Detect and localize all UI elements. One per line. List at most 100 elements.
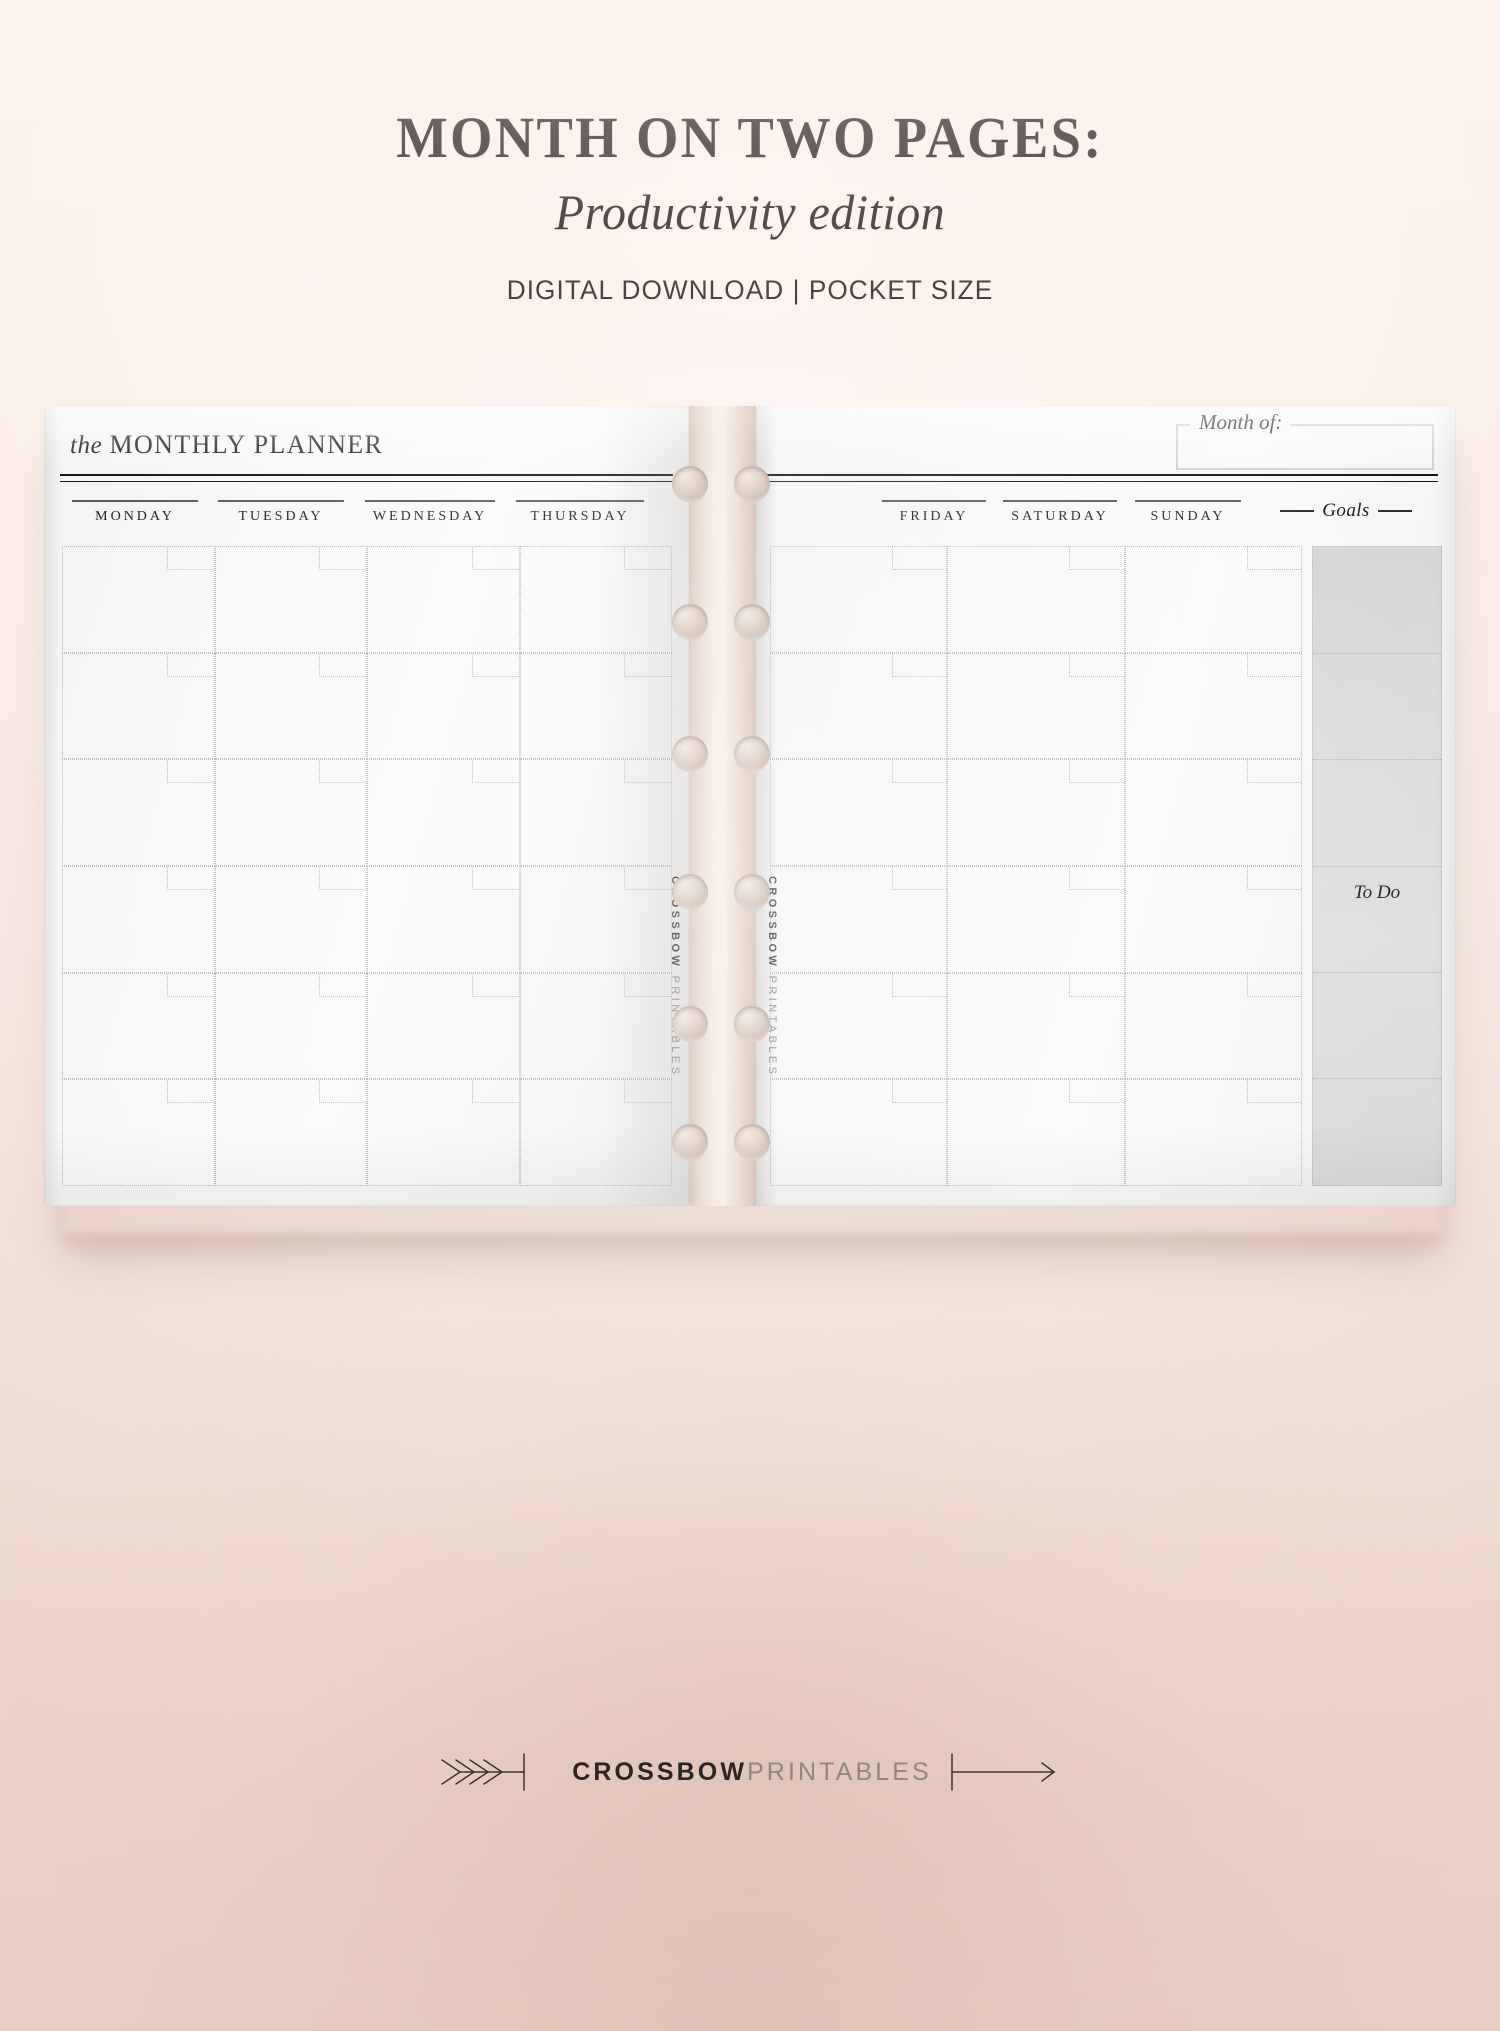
calendar-day-cell[interactable] (947, 546, 1125, 653)
calendar-day-cell[interactable] (947, 1079, 1125, 1186)
calendar-day-cell[interactable] (770, 546, 948, 653)
ring-hole (734, 874, 770, 910)
day-label: THURSDAY (530, 508, 630, 524)
goals-label: Goals (1322, 500, 1370, 521)
calendar-day-cell[interactable] (214, 652, 367, 760)
binder-gutter (689, 406, 756, 1206)
ring-hole (734, 1006, 770, 1042)
day-label: WEDNESDAY (372, 508, 488, 524)
calendar-day-cell[interactable] (62, 546, 215, 653)
calendar-day-cell[interactable] (947, 866, 1125, 973)
sidecol-divider (1313, 759, 1441, 761)
footer-brand: CROSSBOWPRINTABLES (0, 1752, 1500, 1792)
calendar-day-cell[interactable] (367, 546, 520, 653)
right-page-header: Month of: (756, 406, 1456, 482)
day-underline (516, 500, 644, 502)
crossbow-arrow-icon (441, 1753, 525, 1791)
ring-hole (672, 604, 708, 640)
goals-dash-left (1280, 510, 1315, 512)
calendar-day-cell[interactable] (367, 759, 520, 866)
day-underline (364, 500, 496, 502)
calendar-day-cell[interactable] (367, 652, 520, 760)
day-underline (218, 500, 344, 502)
day-label: TUESDAY (238, 508, 324, 524)
calendar-day-cell[interactable] (214, 546, 367, 653)
calendar-day-cell[interactable] (770, 866, 948, 973)
calendar-day-cell[interactable] (519, 759, 672, 866)
footer-brand-bold: CROSSBOW (572, 1757, 748, 1786)
sidecol-divider (1313, 1078, 1441, 1080)
goals-dash-right (1377, 510, 1412, 512)
calendar-day-cell[interactable] (1124, 866, 1302, 973)
month-of-label: Month of: (1190, 410, 1292, 435)
calendar-day-cell[interactable] (367, 866, 520, 973)
day-label: MONDAY (95, 508, 175, 524)
left-page-header: the MONTHLY PLANNER (44, 406, 689, 482)
calendar-day-cell[interactable] (62, 866, 215, 973)
calendar-day-cell[interactable] (947, 759, 1125, 866)
day-underline (1003, 500, 1117, 502)
page-subtitle: Productivity edition (554, 183, 946, 240)
right-planner-page: Month of: FRIDAY SATURDAY SUNDAY Goals T… (756, 406, 1456, 1206)
planner-heading-title: MONTHLY PLANNER (109, 430, 384, 459)
ring-hole (672, 466, 708, 502)
calendar-day-cell[interactable] (367, 1079, 520, 1186)
calendar-day-cell[interactable] (62, 972, 215, 1080)
left-calendar-grid[interactable] (62, 546, 672, 1186)
calendar-day-cell[interactable] (519, 972, 672, 1080)
calendar-day-cell[interactable] (1124, 972, 1302, 1080)
calendar-day-cell[interactable] (519, 866, 672, 973)
month-of-field[interactable]: Month of: (1176, 410, 1434, 470)
calendar-day-cell[interactable] (947, 972, 1125, 1080)
arrow-right-icon (951, 1753, 1056, 1791)
calendar-day-cell[interactable] (214, 866, 367, 973)
calendar-day-cell[interactable] (947, 652, 1125, 760)
ring-hole (672, 874, 708, 910)
day-underline (1134, 500, 1242, 502)
calendar-day-cell[interactable] (519, 546, 672, 653)
ring-hole (734, 1124, 770, 1160)
day-header-friday: FRIDAY (874, 500, 994, 525)
calendar-day-cell[interactable] (1124, 546, 1302, 653)
sidecol-divider (1313, 971, 1441, 973)
planner-heading-the: the (70, 432, 103, 459)
calendar-day-cell[interactable] (214, 759, 367, 866)
calendar-day-cell[interactable] (770, 972, 948, 1080)
calendar-day-cell[interactable] (519, 652, 672, 760)
calendar-day-cell[interactable] (214, 972, 367, 1080)
page-meta-line: DIGITAL DOWNLOAD | POCKET SIZE (506, 274, 994, 305)
calendar-day-cell[interactable] (1124, 652, 1302, 760)
planner-spread: the MONTHLY PLANNER MONDAY TUESDAY WEDNE… (44, 406, 1456, 1234)
calendar-day-cell[interactable] (62, 1079, 215, 1186)
goals-todo-column[interactable]: To Do (1312, 546, 1442, 1186)
calendar-day-cell[interactable] (770, 652, 948, 760)
day-underline (72, 500, 198, 502)
calendar-day-cell[interactable] (770, 759, 948, 866)
calendar-day-cell[interactable] (1124, 1079, 1302, 1186)
footer-brand-light: PRINTABLES (747, 1757, 932, 1786)
day-header-tuesday: TUESDAY (208, 500, 354, 525)
footer-wordmark: CROSSBOWPRINTABLES (572, 1758, 932, 1787)
ring-hole (672, 736, 708, 772)
ring-hole (734, 466, 770, 502)
day-header-monday: MONDAY (62, 500, 208, 525)
day-label: SATURDAY (1011, 508, 1109, 524)
calendar-day-cell[interactable] (62, 652, 215, 760)
day-header-thursday: THURSDAY (506, 500, 654, 525)
calendar-day-cell[interactable] (770, 1079, 948, 1186)
left-day-header-row: MONDAY TUESDAY WEDNESDAY THURSDAY (44, 500, 689, 532)
spine-brand-right: CROSSBOW PRINTABLES (763, 876, 779, 1077)
day-underline (882, 500, 986, 502)
ring-hole (734, 736, 770, 772)
calendar-day-cell[interactable] (1124, 759, 1302, 866)
sidecol-divider (1313, 866, 1441, 867)
calendar-day-cell[interactable] (367, 972, 520, 1080)
day-label: SUNDAY (1150, 508, 1226, 524)
day-label: FRIDAY (899, 508, 969, 524)
day-header-wednesday: WEDNESDAY (354, 500, 506, 525)
left-planner-page: the MONTHLY PLANNER MONDAY TUESDAY WEDNE… (44, 406, 689, 1206)
calendar-day-cell[interactable] (519, 1079, 672, 1186)
calendar-day-cell[interactable] (214, 1079, 367, 1186)
day-header-sunday: SUNDAY (1126, 500, 1250, 525)
calendar-day-cell[interactable] (62, 759, 215, 866)
